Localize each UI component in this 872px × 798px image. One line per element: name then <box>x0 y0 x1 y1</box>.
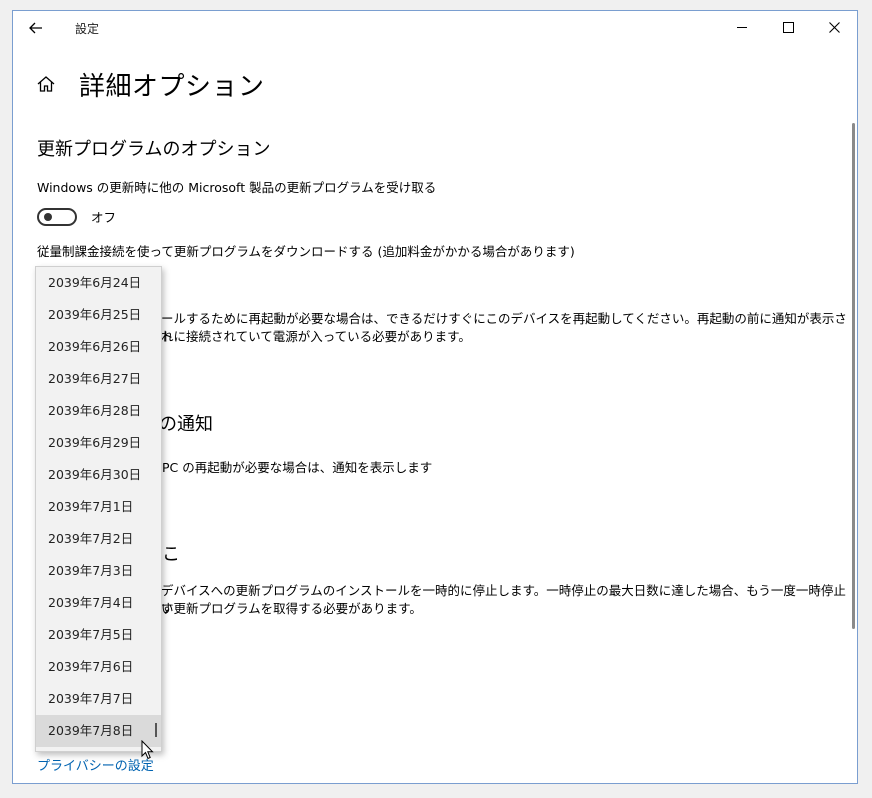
notify-desc: PC の再起動が必要な場合は、通知を表示します <box>162 460 433 475</box>
update-options-title: 更新プログラムのオプション <box>37 139 271 160</box>
maximize-icon <box>782 21 794 33</box>
close-button[interactable] <box>811 11 857 43</box>
date-option[interactable]: 2039年7月4日 <box>36 587 161 619</box>
home-icon[interactable] <box>35 73 57 95</box>
date-option[interactable]: 2039年7月2日 <box>36 523 161 555</box>
date-option[interactable]: 2039年7月1日 <box>36 491 161 523</box>
date-option[interactable]: 2039年7月5日 <box>36 619 161 651</box>
date-option[interactable]: 2039年6月27日 <box>36 363 161 395</box>
app-title: 設定 <box>75 22 100 36</box>
pause-date-dropdown[interactable]: 2039年6月24日 2039年6月25日 2039年6月26日 2039年6月27日… <box>35 266 162 752</box>
close-icon <box>828 21 840 33</box>
notify-section-title: の通知 <box>159 414 213 435</box>
privacy-settings-link[interactable]: プライバシーの設定 <box>37 755 154 774</box>
date-option[interactable]: 2039年6月24日 <box>36 267 161 299</box>
pause-desc-line2: い更新プログラムを取得する必要があります。 <box>161 601 422 616</box>
date-option[interactable]: 2039年6月29日 <box>36 427 161 459</box>
minimize-icon <box>737 26 747 28</box>
toggle-state-label: オフ <box>91 210 117 225</box>
date-option[interactable]: 2039年6月26日 <box>36 331 161 363</box>
toggle-knob <box>44 212 52 221</box>
back-button[interactable] <box>23 17 49 39</box>
other-products-label: Windows の更新時に他の Microsoft 製品の更新プログラムを受け取… <box>37 180 437 195</box>
page-header: 詳細オプション <box>35 67 265 102</box>
date-option[interactable]: 2039年7月3日 <box>36 555 161 587</box>
restart-desc-line2: トに接続されていて電源が入っている必要があります。 <box>161 329 471 344</box>
date-option[interactable]: 2039年7月6日 <box>36 651 161 683</box>
page-scrollbar[interactable] <box>852 123 855 629</box>
title-bar: 設定 <box>13 11 857 45</box>
date-option[interactable]: 2039年6月30日 <box>36 459 161 491</box>
mouse-cursor-icon <box>141 740 154 760</box>
metered-connection-label: 従量制課金接続を使って更新プログラムをダウンロードする (追加料金がかかる場合が… <box>37 244 575 259</box>
minimize-button[interactable] <box>719 11 765 43</box>
date-option[interactable]: 2039年6月28日 <box>36 395 161 427</box>
page-title: 詳細オプション <box>79 71 265 102</box>
date-option[interactable]: 2039年7月7日 <box>36 683 161 715</box>
date-option[interactable]: 2039年6月25日 <box>36 299 161 331</box>
date-list: 2039年6月24日 2039年6月25日 2039年6月26日 2039年6月27日… <box>36 267 161 747</box>
other-products-toggle[interactable] <box>37 207 77 226</box>
arrow-left-icon <box>29 22 42 34</box>
pause-section-title: こ <box>162 544 180 565</box>
other-products-toggle-row: オフ <box>37 207 116 226</box>
dropdown-scrollbar[interactable] <box>155 723 157 737</box>
maximize-button[interactable] <box>765 11 811 43</box>
